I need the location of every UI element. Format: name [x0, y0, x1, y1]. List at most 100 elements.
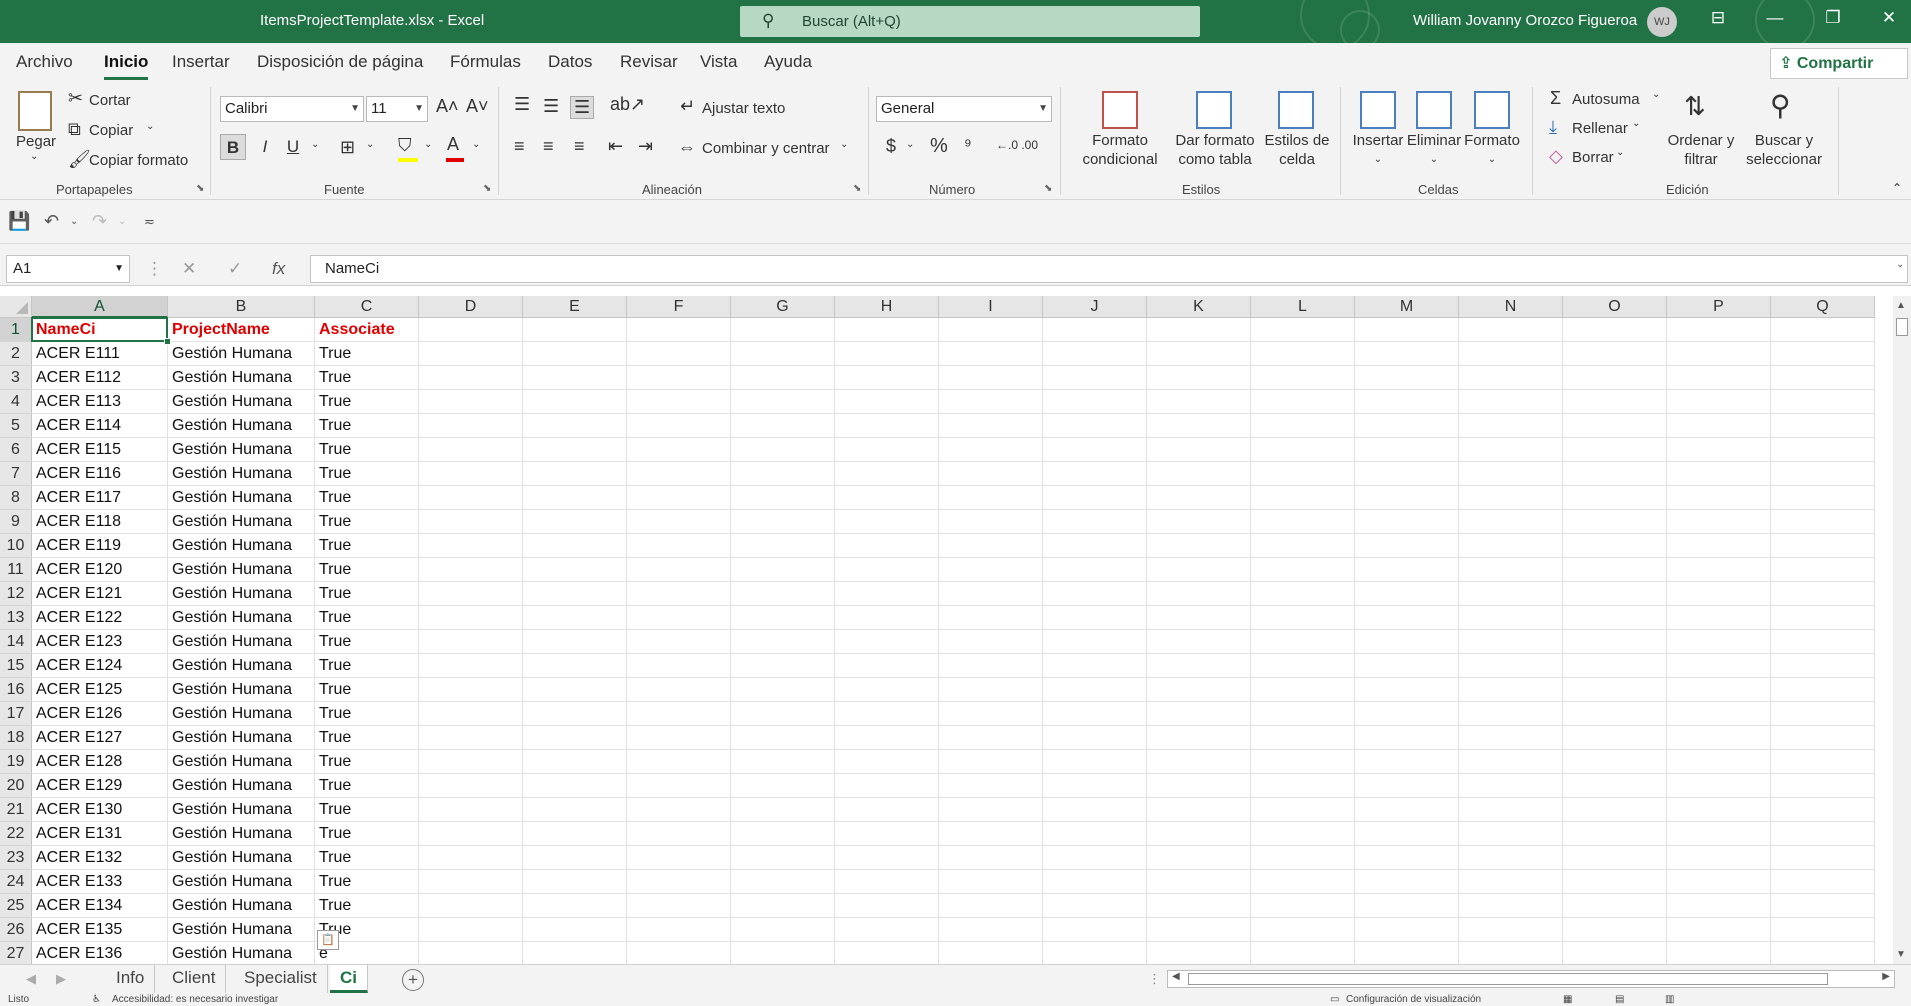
borders-icon[interactable]: ⊞: [340, 137, 355, 158]
cell-g8[interactable]: [731, 486, 835, 510]
cell-p25[interactable]: [1667, 894, 1771, 918]
cell-k17[interactable]: [1147, 702, 1251, 726]
cell-i23[interactable]: [939, 846, 1043, 870]
cell-o21[interactable]: [1563, 798, 1667, 822]
cell-a17[interactable]: ACER E126: [32, 702, 168, 726]
cell-p14[interactable]: [1667, 630, 1771, 654]
cell-f21[interactable]: [627, 798, 731, 822]
cell-h2[interactable]: [835, 342, 939, 366]
cell-q10[interactable]: [1771, 534, 1875, 558]
cell-q6[interactable]: [1771, 438, 1875, 462]
cell-b18[interactable]: Gestión Humana: [168, 726, 315, 750]
cell-e9[interactable]: [523, 510, 627, 534]
cell-h8[interactable]: [835, 486, 939, 510]
cell-q16[interactable]: [1771, 678, 1875, 702]
cell-i27[interactable]: [939, 942, 1043, 964]
cell-n27[interactable]: [1459, 942, 1563, 964]
cell-m12[interactable]: [1355, 582, 1459, 606]
cell-c13[interactable]: True: [315, 606, 419, 630]
row-header[interactable]: 25: [0, 894, 32, 918]
cell-m4[interactable]: [1355, 390, 1459, 414]
cell-e19[interactable]: [523, 750, 627, 774]
cell-n8[interactable]: [1459, 486, 1563, 510]
prev-sheet-icon[interactable]: ◀: [26, 971, 36, 987]
cell-d18[interactable]: [419, 726, 523, 750]
insert-function-icon[interactable]: fx: [272, 259, 285, 279]
cell-i25[interactable]: [939, 894, 1043, 918]
cell-q23[interactable]: [1771, 846, 1875, 870]
share-button[interactable]: ⇪ Compartir: [1770, 48, 1908, 79]
cell-l1[interactable]: [1251, 318, 1355, 342]
row-header[interactable]: 16: [0, 678, 32, 702]
cell-l5[interactable]: [1251, 414, 1355, 438]
cell-k15[interactable]: [1147, 654, 1251, 678]
cell-f6[interactable]: [627, 438, 731, 462]
cell-n7[interactable]: [1459, 462, 1563, 486]
cell-o1[interactable]: [1563, 318, 1667, 342]
paste-options-icon[interactable]: 📋: [317, 930, 339, 950]
cell-j8[interactable]: [1043, 486, 1147, 510]
format-painter-button[interactable]: Copiar formato: [89, 152, 188, 169]
row-header[interactable]: 3: [0, 366, 32, 390]
cell-f11[interactable]: [627, 558, 731, 582]
column-header-i[interactable]: I: [939, 296, 1043, 318]
cell-a19[interactable]: ACER E128: [32, 750, 168, 774]
cell-h27[interactable]: [835, 942, 939, 964]
dialog-launcher-icon[interactable]: ⬊: [196, 183, 204, 194]
row-header[interactable]: 26: [0, 918, 32, 942]
vertical-scrollbar[interactable]: ▲ ▼: [1893, 296, 1911, 964]
cell-k19[interactable]: [1147, 750, 1251, 774]
cell-a7[interactable]: ACER E116: [32, 462, 168, 486]
cell-q26[interactable]: [1771, 918, 1875, 942]
cell-i4[interactable]: [939, 390, 1043, 414]
cell-n1[interactable]: [1459, 318, 1563, 342]
cell-p26[interactable]: [1667, 918, 1771, 942]
cell-l26[interactable]: [1251, 918, 1355, 942]
cell-l25[interactable]: [1251, 894, 1355, 918]
cell-q27[interactable]: [1771, 942, 1875, 964]
cell-a23[interactable]: ACER E132: [32, 846, 168, 870]
cell-c5[interactable]: True: [315, 414, 419, 438]
cell-m10[interactable]: [1355, 534, 1459, 558]
cell-k16[interactable]: [1147, 678, 1251, 702]
accessibility-status[interactable]: Accesibilidad: es necesario investigar: [112, 994, 278, 1005]
cell-q3[interactable]: [1771, 366, 1875, 390]
sheet-tab-specialist[interactable]: Specialist: [234, 965, 328, 993]
cell-n21[interactable]: [1459, 798, 1563, 822]
row-header[interactable]: 23: [0, 846, 32, 870]
cell-h24[interactable]: [835, 870, 939, 894]
cell-g7[interactable]: [731, 462, 835, 486]
column-header-d[interactable]: D: [419, 296, 523, 318]
cell-o3[interactable]: [1563, 366, 1667, 390]
cell-q15[interactable]: [1771, 654, 1875, 678]
cell-i14[interactable]: [939, 630, 1043, 654]
increase-indent-icon[interactable]: ⇥: [638, 136, 653, 157]
cell-b20[interactable]: Gestión Humana: [168, 774, 315, 798]
cell-p9[interactable]: [1667, 510, 1771, 534]
cell-c3[interactable]: True: [315, 366, 419, 390]
cell-a25[interactable]: ACER E134: [32, 894, 168, 918]
scroll-thumb[interactable]: [1188, 973, 1828, 985]
cell-h22[interactable]: [835, 822, 939, 846]
cell-q21[interactable]: [1771, 798, 1875, 822]
cell-i5[interactable]: [939, 414, 1043, 438]
wrap-text-button[interactable]: Ajustar texto: [702, 100, 785, 117]
row-header[interactable]: 12: [0, 582, 32, 606]
insert-cells-button[interactable]: Insertar ⌄: [1348, 131, 1408, 169]
increase-decimal-icon[interactable]: ←.0 .00: [996, 138, 1038, 152]
cell-d16[interactable]: [419, 678, 523, 702]
row-header[interactable]: 20: [0, 774, 32, 798]
cell-b26[interactable]: Gestión Humana: [168, 918, 315, 942]
cell-h14[interactable]: [835, 630, 939, 654]
column-header-h[interactable]: H: [835, 296, 939, 318]
cell-e13[interactable]: [523, 606, 627, 630]
cell-f8[interactable]: [627, 486, 731, 510]
column-header-c[interactable]: C: [315, 296, 419, 318]
cell-a15[interactable]: ACER E124: [32, 654, 168, 678]
cell-f12[interactable]: [627, 582, 731, 606]
cell-p8[interactable]: [1667, 486, 1771, 510]
cell-l22[interactable]: [1251, 822, 1355, 846]
cell-g21[interactable]: [731, 798, 835, 822]
column-header-g[interactable]: G: [731, 296, 835, 318]
cell-d12[interactable]: [419, 582, 523, 606]
